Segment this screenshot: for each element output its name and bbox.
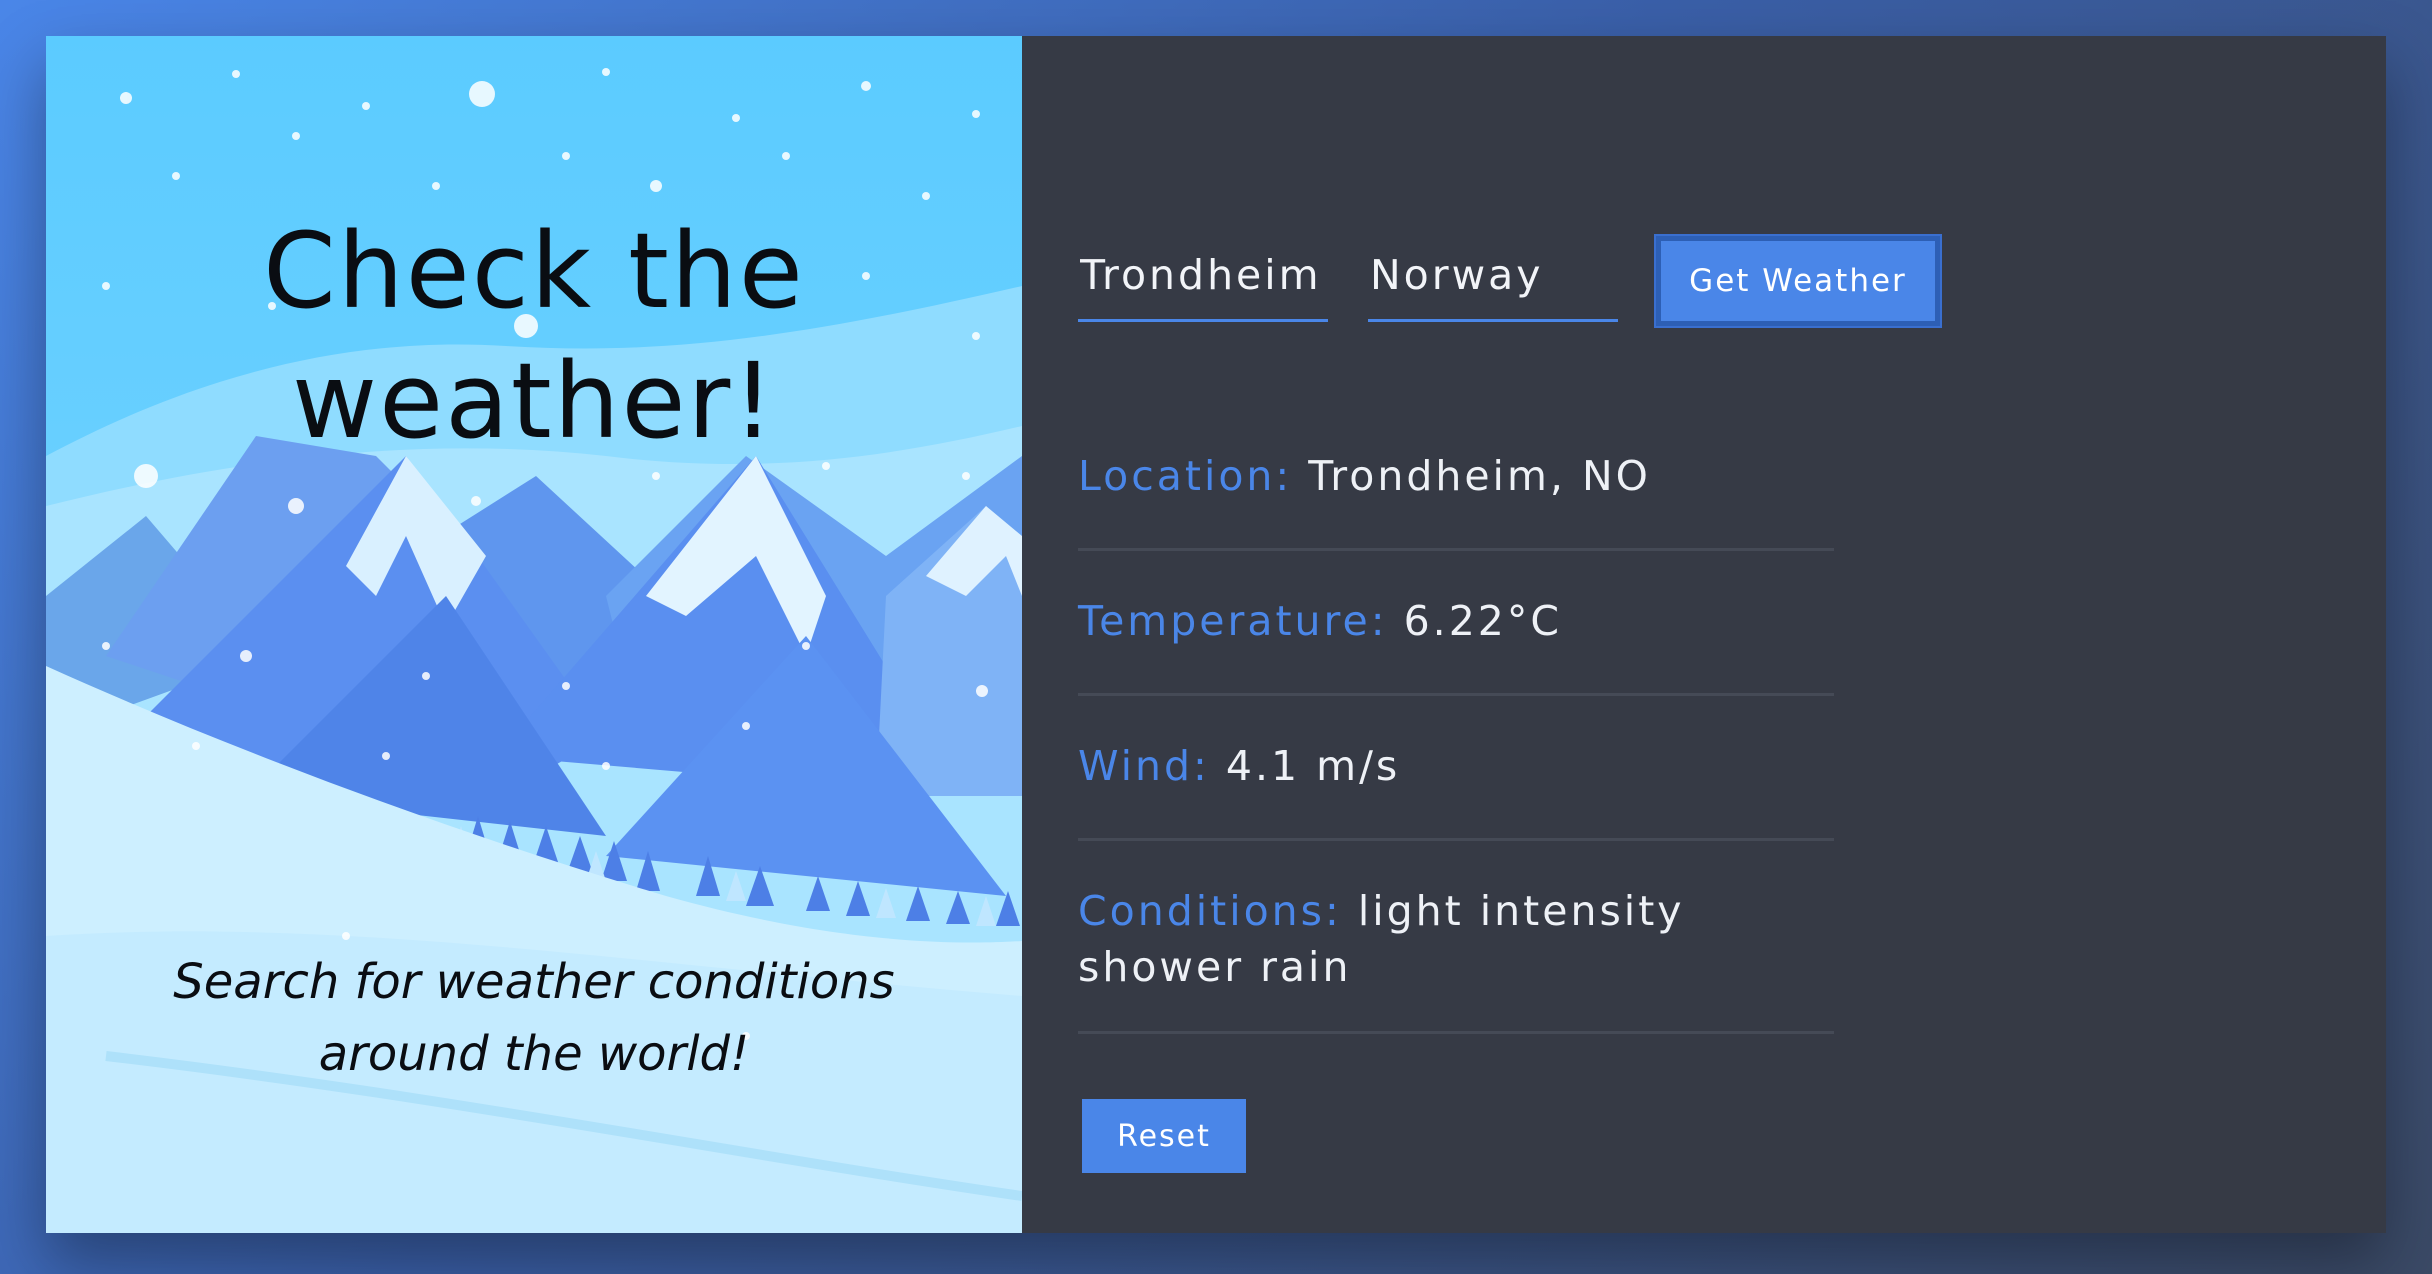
temperature-value: 6.22°C (1403, 597, 1562, 645)
wind-value: 4.1 m/s (1225, 742, 1401, 790)
search-form: Get Weather (1078, 236, 1940, 326)
page-subtitle: Search for weather conditions around the… (173, 954, 895, 1082)
conditions-row: Conditions: light intensity shower rain (1078, 841, 1834, 1034)
conditions-label: Conditions: (1078, 887, 1342, 935)
location-row: Location: Trondheim, NO (1078, 406, 1834, 551)
weather-panel: Get Weather Location: Trondheim, NO Temp… (1022, 36, 2386, 1233)
temperature-label: Temperature: (1078, 597, 1388, 645)
city-input[interactable] (1078, 245, 1328, 322)
page-title: Check the weather! (263, 210, 805, 462)
weather-app-card: Check the weather! Search for weather co… (46, 36, 2386, 1233)
temperature-row: Temperature: 6.22°C (1078, 551, 1834, 696)
location-value: Trondheim, NO (1308, 452, 1651, 500)
location-label: Location: (1078, 452, 1293, 500)
weather-results: Location: Trondheim, NO Temperature: 6.2… (1078, 406, 1834, 1034)
wind-label: Wind: (1078, 742, 1210, 790)
wind-row: Wind: 4.1 m/s (1078, 696, 1834, 841)
reset-button[interactable]: Reset (1082, 1099, 1246, 1173)
hero-panel: Check the weather! Search for weather co… (46, 36, 1022, 1233)
get-weather-button[interactable]: Get Weather (1656, 236, 1940, 326)
country-input[interactable] (1368, 245, 1618, 322)
